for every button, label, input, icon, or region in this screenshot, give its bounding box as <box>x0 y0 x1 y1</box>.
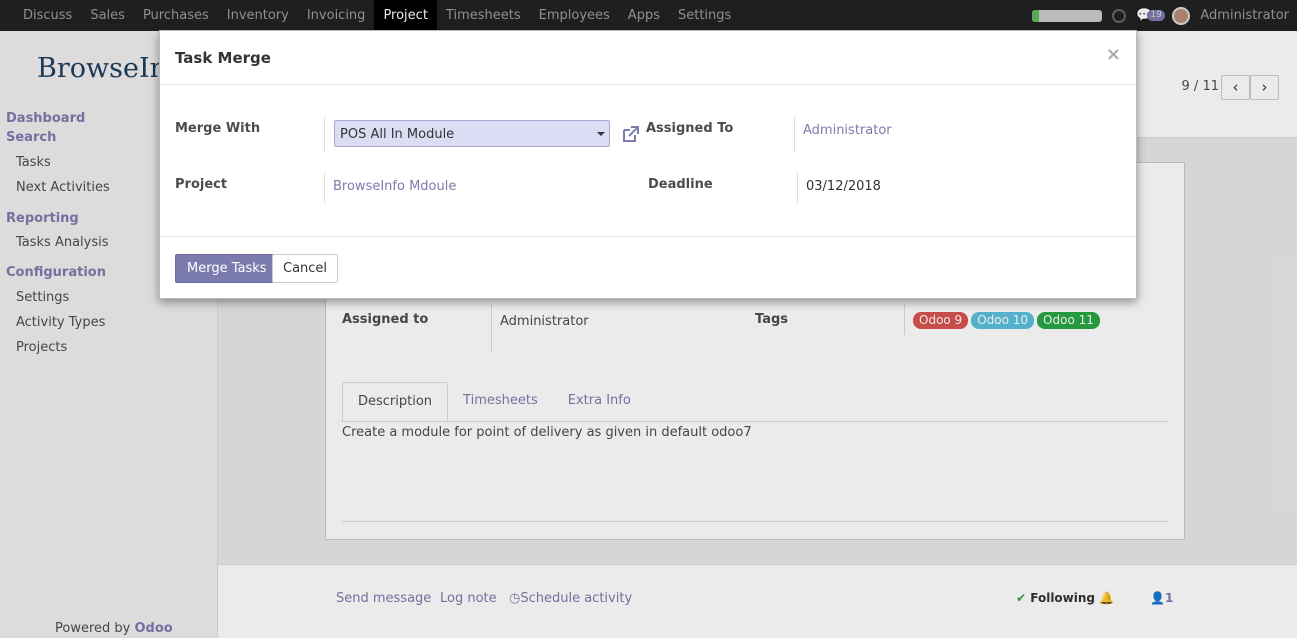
close-icon[interactable]: × <box>1106 46 1121 64</box>
merge-with-label: Merge With <box>175 121 261 136</box>
dialog-header: Task Merge × <box>160 31 1136 85</box>
field-divider <box>794 117 795 153</box>
external-link-icon[interactable] <box>621 124 641 144</box>
field-divider <box>797 173 798 203</box>
deadline-value[interactable]: 03/12/2018 <box>806 179 881 194</box>
project-label: Project <box>175 177 228 192</box>
project-link[interactable]: BrowseInfo Mdoule <box>333 179 456 194</box>
assigned-to-link[interactable]: Administrator <box>803 123 892 138</box>
field-divider <box>324 117 325 153</box>
cancel-button[interactable]: Cancel <box>272 254 339 283</box>
merge-with-select[interactable]: POS All In Module <box>334 120 610 147</box>
task-merge-dialog: Task Merge × Merge With POS All In Modul… <box>159 30 1137 299</box>
merge-tasks-button[interactable]: Merge Tasks <box>175 254 279 283</box>
dialog-title: Task Merge <box>175 49 271 67</box>
assigned-to-label: Assigned To <box>646 121 734 136</box>
dialog-footer: Merge Tasks Cancel <box>160 236 1136 298</box>
caret-down-icon <box>597 132 605 136</box>
deadline-label: Deadline <box>648 177 713 192</box>
field-divider <box>324 173 325 203</box>
merge-with-value: POS All In Module <box>340 127 455 142</box>
